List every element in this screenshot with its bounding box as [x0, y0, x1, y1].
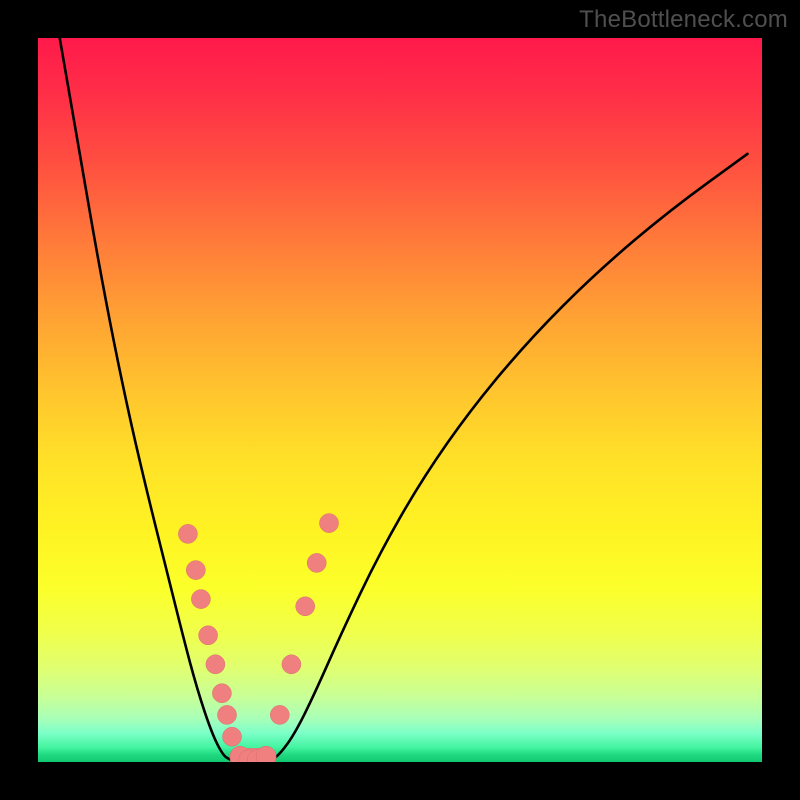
curve-path [60, 38, 748, 762]
bottleneck-curve [60, 38, 748, 762]
data-point [307, 553, 326, 572]
data-point [178, 524, 197, 543]
watermark-text: TheBottleneck.com [579, 6, 788, 34]
data-point [223, 727, 242, 746]
data-point [320, 514, 339, 533]
plot-area [38, 38, 762, 762]
data-point [282, 655, 301, 674]
data-point [186, 561, 205, 580]
chart-svg [38, 38, 762, 762]
data-point [212, 684, 231, 703]
data-point [218, 705, 237, 724]
data-markers [178, 514, 338, 762]
data-point [191, 590, 210, 609]
data-point [199, 626, 218, 645]
data-point [296, 597, 315, 616]
data-point [270, 705, 289, 724]
chart-frame: TheBottleneck.com [0, 0, 800, 800]
data-point [206, 655, 225, 674]
